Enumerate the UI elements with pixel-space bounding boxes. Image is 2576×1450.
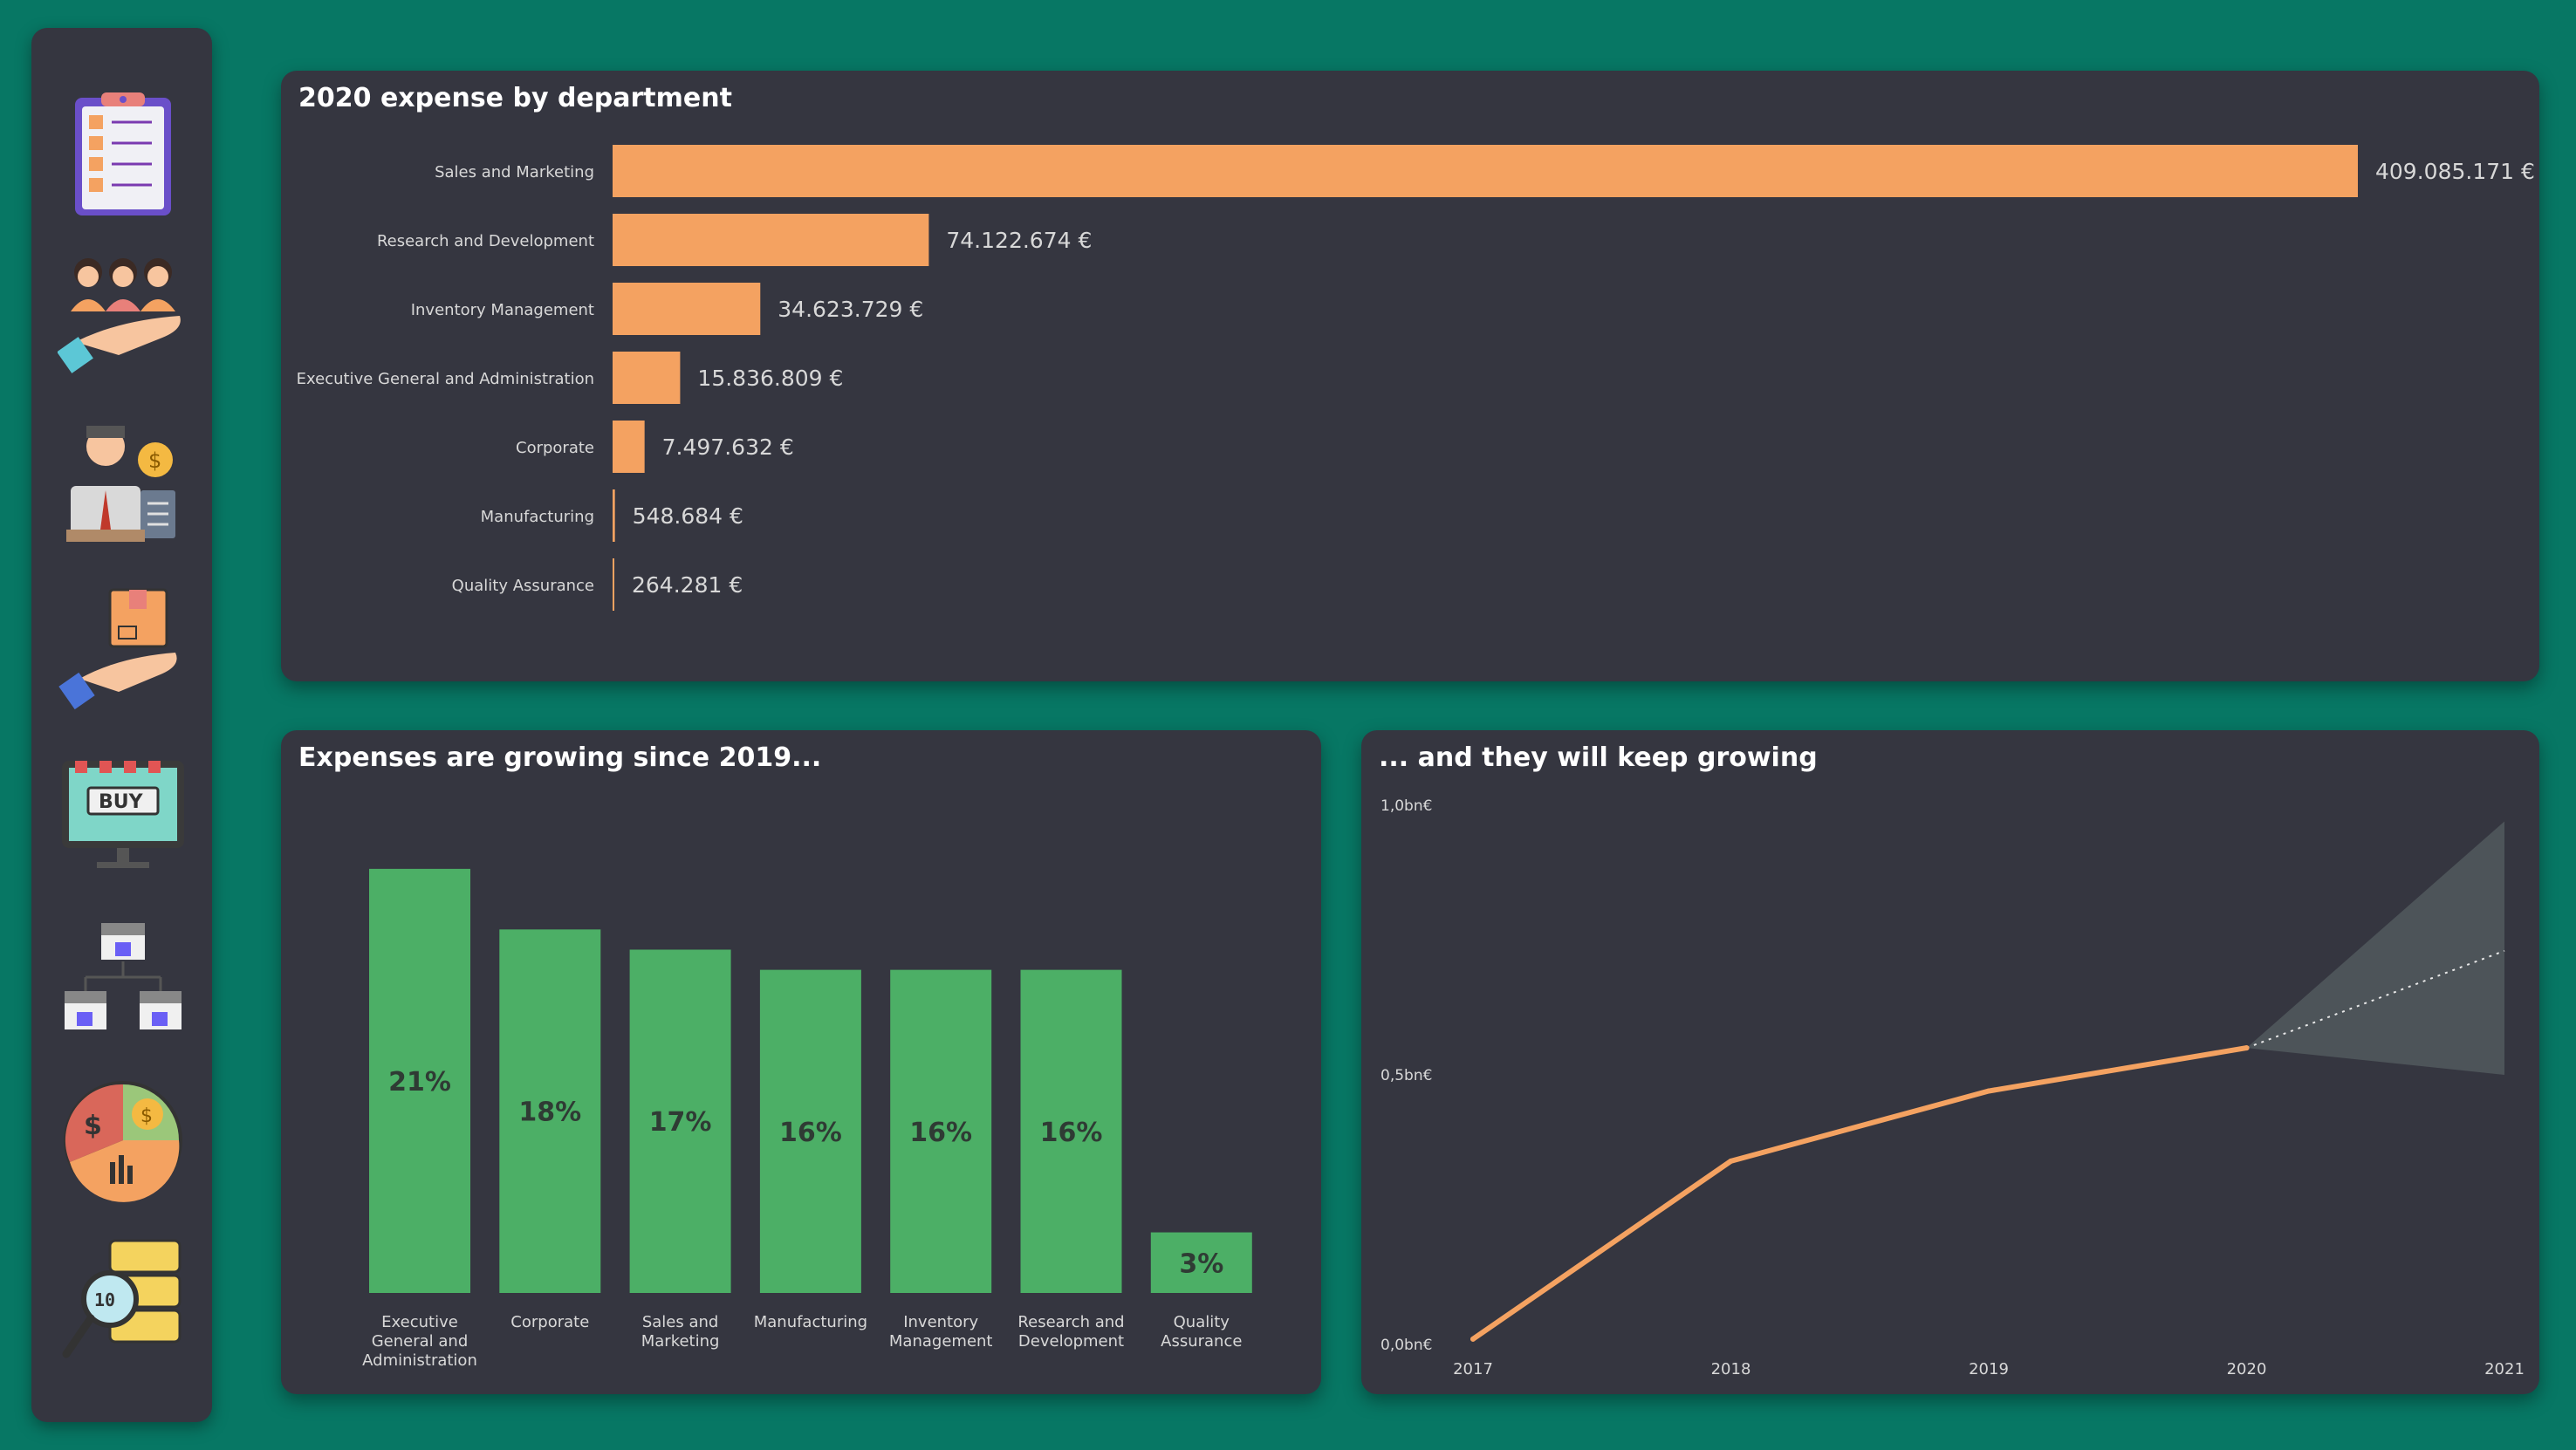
series-line <box>1470 1045 2250 1342</box>
clipboard-checklist-icon[interactable] <box>58 89 188 220</box>
data-search-icon[interactable]: 10 <box>58 1236 188 1367</box>
data-label: 17% <box>649 1107 712 1138</box>
x-tick-label: 2017 <box>1453 1360 1493 1378</box>
data-label: 18% <box>518 1098 581 1128</box>
pie-chart-money-icon[interactable]: $ $ <box>58 1075 188 1206</box>
expense-forecast-chart: 0,0bn€ 0,5bn€ 1,0bn€ 2017 2018 2019 2020 2021 <box>1380 797 2525 1378</box>
svg-text:$: $ <box>148 448 161 473</box>
x-tick-label: 2020 <box>2227 1360 2267 1378</box>
data-label: 34.623.729 € <box>778 297 923 322</box>
category-label: Manufacturing <box>481 508 594 526</box>
category-label: Sales and Marketing <box>435 163 594 181</box>
data-label: 548.684 € <box>633 503 743 529</box>
x-tick-label: 2018 <box>1711 1360 1751 1378</box>
category-label: Administration <box>362 1351 477 1370</box>
svg-text:$: $ <box>84 1111 102 1141</box>
bar <box>613 558 614 611</box>
data-label: 16% <box>1040 1118 1103 1148</box>
category-label: Executive <box>381 1313 458 1331</box>
y-tick-label: 1,0bn€ <box>1380 797 1432 815</box>
category-label: Assurance <box>1161 1332 1242 1351</box>
team-in-hand-icon[interactable] <box>57 250 188 381</box>
data-point <box>1986 1088 1991 1094</box>
data-label: 3% <box>1179 1248 1223 1279</box>
category-label: Marketing <box>641 1332 720 1351</box>
data-label: 15.836.809 € <box>697 366 843 391</box>
bar <box>613 421 645 473</box>
online-shop-buy-icon[interactable]: BUY <box>58 749 188 879</box>
data-label: 16% <box>779 1118 842 1148</box>
x-tick-label: 2019 <box>1969 1360 2009 1378</box>
category-label: Sales and <box>642 1313 719 1331</box>
bar <box>613 283 761 335</box>
expense-growth-chart: 21% ExecutiveGeneral andAdministration 18%… <box>362 868 1252 1370</box>
department-expense-chart: Sales and Marketing 409.085.171 € Research… <box>297 145 2535 611</box>
bar <box>613 352 681 404</box>
category-label: Management <box>889 1332 993 1351</box>
data-label: 264.281 € <box>632 572 743 598</box>
package-in-hand-icon[interactable] <box>58 583 188 714</box>
category-label: General and <box>372 1332 469 1351</box>
category-label: Inventory Management <box>411 301 594 319</box>
category-label: Research and <box>1017 1313 1124 1331</box>
bar <box>613 489 615 542</box>
category-label: Inventory <box>903 1313 978 1331</box>
expense-growth-card: Expenses are growing since 2019... 21% Ex… <box>281 730 1321 1394</box>
svg-text:$: $ <box>140 1105 153 1127</box>
expense-forecast-card: ... and they will keep growing 0,0bn€ 0,5… <box>1361 730 2539 1394</box>
category-label: Manufacturing <box>754 1313 867 1331</box>
y-tick-label: 0,0bn€ <box>1380 1337 1432 1354</box>
category-label: Research and Development <box>377 232 594 250</box>
category-label: Quality Assurance <box>452 577 594 595</box>
department-expense-card: 2020 expense by department Sales and Mar… <box>281 71 2539 681</box>
category-label: Corporate <box>510 1313 589 1331</box>
data-label: 7.497.632 € <box>662 434 794 460</box>
category-label: Quality <box>1174 1313 1230 1331</box>
category-label: Development <box>1018 1332 1124 1351</box>
svg-text:BUY: BUY <box>99 791 144 813</box>
category-label: Executive General and Administration <box>297 370 594 388</box>
data-label: 21% <box>388 1067 451 1098</box>
y-tick-label: 0,5bn€ <box>1380 1067 1432 1084</box>
bar <box>613 145 2358 197</box>
accountant-icon[interactable]: $ <box>58 421 188 551</box>
data-point <box>2244 1045 2250 1051</box>
x-tick-label: 2021 <box>2484 1360 2525 1378</box>
category-label: Corporate <box>516 439 594 457</box>
data-point <box>1470 1336 1476 1342</box>
data-label: 74.122.674 € <box>946 228 1092 253</box>
store-network-icon[interactable] <box>58 918 188 1049</box>
svg-text:10: 10 <box>94 1289 115 1310</box>
data-point <box>1728 1158 1734 1164</box>
data-label: 16% <box>909 1118 972 1148</box>
forecast-band <box>2246 821 2504 1075</box>
data-label: 409.085.171 € <box>2375 159 2535 184</box>
sidebar-nav: $ BUY $ $ 10 <box>31 28 212 1422</box>
bar <box>613 214 929 266</box>
